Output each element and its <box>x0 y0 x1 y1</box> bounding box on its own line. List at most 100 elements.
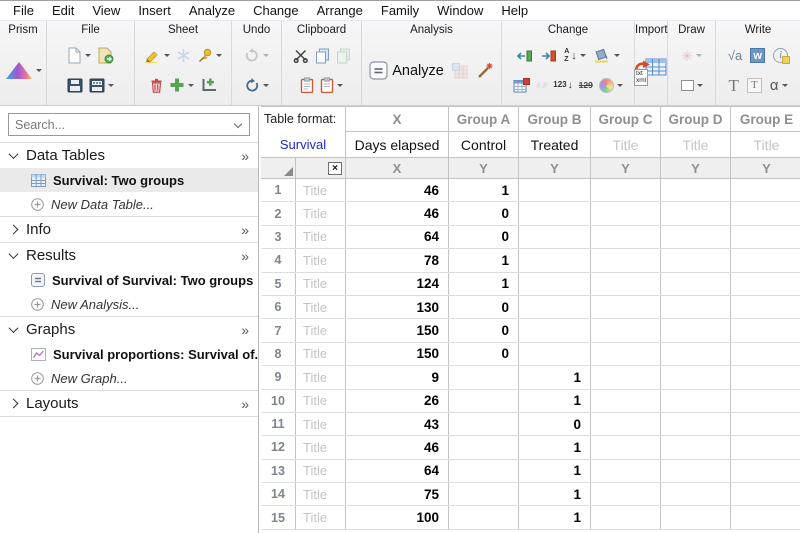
cell-group-d[interactable] <box>661 319 731 341</box>
apply-analysis-button[interactable] <box>452 63 468 79</box>
cell-group-a[interactable]: 0 <box>449 343 519 365</box>
cell-group-b[interactable]: 1 <box>519 506 591 528</box>
cell-group-e[interactable] <box>731 436 800 458</box>
select-all-cell[interactable] <box>261 158 296 178</box>
cell-x[interactable]: 100 <box>346 506 449 528</box>
equation-button[interactable]: √a <box>728 48 742 63</box>
fill-button[interactable] <box>593 48 620 63</box>
cell-group-d[interactable] <box>661 506 731 528</box>
freeze-sheet-button[interactable] <box>176 48 191 63</box>
cell-group-c[interactable] <box>591 273 661 295</box>
analyze-button[interactable]: Analyze <box>369 61 444 80</box>
cell-group-a[interactable] <box>449 460 519 482</box>
cell-group-c[interactable] <box>591 413 661 435</box>
cell-group-a[interactable]: 1 <box>449 273 519 295</box>
column-header-group-a[interactable]: Group A Control <box>449 107 519 157</box>
cell-group-d[interactable] <box>661 460 731 482</box>
cell-group-e[interactable] <box>731 366 800 388</box>
copy-button[interactable] <box>315 48 330 64</box>
sort-button[interactable]: AZ ↓ <box>564 48 586 63</box>
cell-group-e[interactable] <box>731 390 800 412</box>
row-title-cell[interactable]: Title <box>296 343 346 365</box>
cell-x[interactable]: 78 <box>346 249 449 271</box>
sidebar-item-survival-proportions-graph[interactable]: Survival proportions: Survival of... <box>0 342 258 366</box>
cell-group-b[interactable] <box>519 179 591 201</box>
section-header-data-tables[interactable]: Data Tables » <box>0 143 258 168</box>
cell-group-c[interactable] <box>591 343 661 365</box>
exclude-button[interactable]: 129 <box>579 80 593 90</box>
cell-group-e[interactable] <box>731 296 800 318</box>
cell-group-d[interactable] <box>661 483 731 505</box>
new-related-sheet-button[interactable] <box>200 78 217 93</box>
cell-group-d[interactable] <box>661 436 731 458</box>
double-chevron-icon[interactable]: » <box>241 148 248 164</box>
prism-menu-button[interactable] <box>5 60 42 81</box>
paste-special-button[interactable] <box>320 77 343 93</box>
cell-group-c[interactable] <box>591 202 661 224</box>
cell-group-b[interactable]: 1 <box>519 436 591 458</box>
double-chevron-icon[interactable]: » <box>241 396 248 412</box>
column-header-group-b[interactable]: Group B Treated <box>519 107 591 157</box>
highlight-sheet-button[interactable] <box>144 48 170 63</box>
cell-x[interactable]: 43 <box>346 413 449 435</box>
menu-item-insert[interactable]: Insert <box>129 3 180 18</box>
cut-button[interactable] <box>293 49 309 63</box>
cell-group-c[interactable] <box>591 460 661 482</box>
cell-group-e[interactable] <box>731 179 800 201</box>
cell-group-b[interactable] <box>519 226 591 248</box>
cell-group-a[interactable] <box>449 436 519 458</box>
double-chevron-icon[interactable]: » <box>241 248 248 264</box>
row-title-cell[interactable]: Title <box>296 273 346 295</box>
new-sheet-button[interactable] <box>169 77 194 93</box>
greek-letter-button[interactable]: α <box>770 78 788 93</box>
section-header-info[interactable]: Info » <box>0 217 258 242</box>
cell-group-b[interactable] <box>519 273 591 295</box>
cell-group-d[interactable] <box>661 390 731 412</box>
cell-group-a[interactable]: 0 <box>449 202 519 224</box>
row-title-cell[interactable]: Title <box>296 249 346 271</box>
cell-group-d[interactable] <box>661 179 731 201</box>
cell-group-d[interactable] <box>661 273 731 295</box>
cell-x[interactable]: 9 <box>346 366 449 388</box>
menu-item-file[interactable]: File <box>4 3 43 18</box>
insert-right-button[interactable] <box>540 49 557 63</box>
menu-item-edit[interactable]: Edit <box>43 3 83 18</box>
cell-group-c[interactable] <box>591 319 661 341</box>
cell-group-c[interactable] <box>591 366 661 388</box>
cell-group-c[interactable] <box>591 226 661 248</box>
paste-button[interactable] <box>300 77 314 93</box>
cell-group-a[interactable] <box>449 390 519 412</box>
cell-group-b[interactable] <box>519 343 591 365</box>
cell-group-a[interactable] <box>449 366 519 388</box>
cell-group-e[interactable] <box>731 413 800 435</box>
cell-group-a[interactable] <box>449 413 519 435</box>
row-title-cell[interactable]: Title <box>296 366 346 388</box>
draw-shape-button[interactable] <box>681 80 703 91</box>
sidebar-item-new-data-table[interactable]: New Data Table... <box>0 192 258 216</box>
row-title-cell[interactable]: Title <box>296 436 346 458</box>
column-header-group-c[interactable]: Group C Title <box>591 107 661 157</box>
cell-group-a[interactable]: 1 <box>449 249 519 271</box>
cell-group-d[interactable] <box>661 366 731 388</box>
cell-group-b[interactable] <box>519 319 591 341</box>
cell-group-a[interactable]: 0 <box>449 319 519 341</box>
cell-group-b[interactable]: 0 <box>519 413 591 435</box>
row-title-cell[interactable]: Title <box>296 296 346 318</box>
cell-group-c[interactable] <box>591 179 661 201</box>
cell-group-c[interactable] <box>591 249 661 271</box>
open-file-button[interactable] <box>97 47 114 64</box>
cell-group-e[interactable] <box>731 460 800 482</box>
cell-group-d[interactable] <box>661 249 731 271</box>
cell-group-a[interactable]: 1 <box>449 179 519 201</box>
interpolate-wand-button[interactable] <box>476 62 494 79</box>
insert-left-button[interactable] <box>516 49 533 63</box>
text-large-button[interactable]: T <box>728 77 738 94</box>
cell-x[interactable]: 46 <box>346 179 449 201</box>
menu-item-family[interactable]: Family <box>372 3 428 18</box>
delete-sheet-button[interactable] <box>150 78 163 93</box>
cell-group-b[interactable]: 1 <box>519 483 591 505</box>
section-header-layouts[interactable]: Layouts » <box>0 391 258 416</box>
cell-group-a[interactable]: 0 <box>449 226 519 248</box>
row-title-cell[interactable]: Title <box>296 202 346 224</box>
deselect-button[interactable]: × <box>328 162 342 175</box>
